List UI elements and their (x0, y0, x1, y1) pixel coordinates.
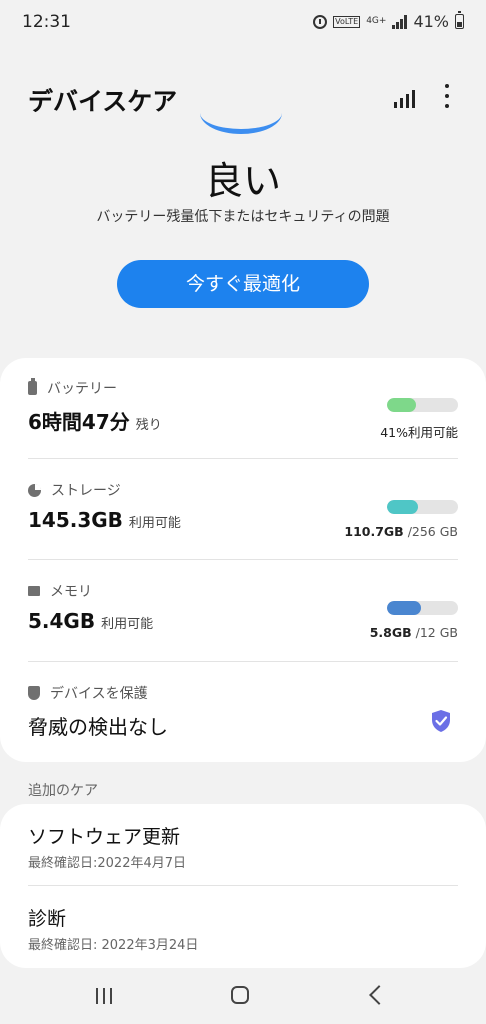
divider (28, 885, 458, 886)
divider (28, 661, 458, 662)
storage-bar-fill (387, 500, 418, 514)
memory-row[interactable]: メモリ 5.4GB 利用可能 5.8GB /12 GB (28, 581, 458, 661)
storage-usage: 110.7GB /256 GB (344, 524, 458, 539)
memory-usage: 5.8GB /12 GB (370, 625, 458, 640)
shield-icon (28, 686, 40, 700)
storage-suffix: 利用可能 (128, 516, 181, 531)
storage-used: 110.7GB (344, 524, 404, 539)
security-header: デバイスを保護 (28, 683, 148, 703)
battery-title: バッテリー (47, 381, 117, 397)
battery-bar (387, 398, 458, 412)
diagnostics-date: 最終確認日: 2022年3月24日 (28, 938, 199, 953)
additional-care-title: 追加のケア (28, 783, 98, 799)
additional-care-card: ソフトウェア更新 最終確認日:2022年4月7日 診断 最終確認日: 2022年… (0, 804, 486, 968)
battery-icon (455, 11, 464, 29)
more-options-icon[interactable] (440, 84, 454, 108)
optimize-now-button[interactable]: 今すぐ最適化 (117, 260, 369, 308)
storage-icon (28, 483, 41, 497)
software-update-title: ソフトウェア更新 (28, 826, 181, 848)
battery-available: 41%利用可能 (380, 425, 458, 440)
battery-suffix: 残り (135, 418, 162, 433)
battery-value: 6時間47分 残り (28, 406, 162, 435)
care-card: バッテリー 6時間47分 残り 41%利用可能 ストレージ 145.3GB 利用可能… (0, 358, 486, 762)
memory-total: /12 GB (415, 625, 458, 640)
security-status: 脅威の検出なし (28, 715, 168, 739)
status-bar: 12:31 VoLTE 4G+ 41% (0, 0, 486, 48)
security-row[interactable]: デバイスを保護 脅威の検出なし (28, 683, 458, 753)
memory-title: メモリ (50, 584, 92, 600)
memory-icon (28, 586, 40, 596)
memory-value: 5.4GB 利用可能 (28, 609, 153, 633)
battery-header: バッテリー (28, 378, 117, 398)
memory-available: 5.4GB (28, 609, 96, 633)
battery-bar-fill (387, 398, 417, 412)
storage-total: /256 GB (407, 524, 458, 539)
battery-time: 6時間47分 (28, 410, 130, 434)
status-time: 12:31 (22, 12, 71, 32)
software-update-date: 最終確認日:2022年4月7日 (28, 856, 187, 871)
storage-bar (387, 500, 458, 514)
storage-available: 145.3GB (28, 508, 123, 532)
score-gauge (200, 92, 282, 134)
memory-suffix: 利用可能 (101, 617, 154, 632)
signal-icon (392, 14, 408, 29)
shield-check-icon (432, 710, 450, 732)
recent-apps-icon[interactable] (96, 988, 116, 1004)
memory-bar-fill (387, 601, 422, 615)
storage-row[interactable]: ストレージ 145.3GB 利用可能 110.7GB /256 GB (28, 480, 458, 560)
device-score: 良い (204, 159, 281, 203)
alarm-icon (313, 14, 328, 29)
diagnostics-title: 診断 (28, 908, 67, 930)
divider (28, 458, 458, 459)
memory-used: 5.8GB (369, 625, 412, 640)
performance-mode-icon[interactable] (394, 84, 420, 108)
home-icon[interactable] (231, 986, 249, 1004)
battery-icon (28, 378, 37, 395)
security-title: デバイスを保護 (50, 686, 148, 702)
network-type: 4G+ (366, 16, 387, 26)
storage-header: ストレージ (28, 480, 121, 500)
memory-bar (387, 601, 458, 615)
status-icons: VoLTE 4G+ 41% (313, 11, 464, 31)
battery-percent: 41% (413, 12, 449, 31)
navigation-bar (0, 968, 486, 1024)
storage-title: ストレージ (51, 483, 121, 499)
battery-row[interactable]: バッテリー 6時間47分 残り 41%利用可能 (28, 378, 458, 458)
volte-icon: VoLTE (333, 15, 361, 28)
divider (28, 559, 458, 560)
page-title: デバイスケア (28, 87, 178, 116)
shield-shape (432, 710, 450, 732)
back-icon[interactable] (369, 985, 389, 1005)
storage-value: 145.3GB 利用可能 (28, 508, 181, 532)
score-subtitle: バッテリー残量低下またはセキュリティの問題 (96, 209, 390, 225)
memory-header: メモリ (28, 581, 92, 601)
